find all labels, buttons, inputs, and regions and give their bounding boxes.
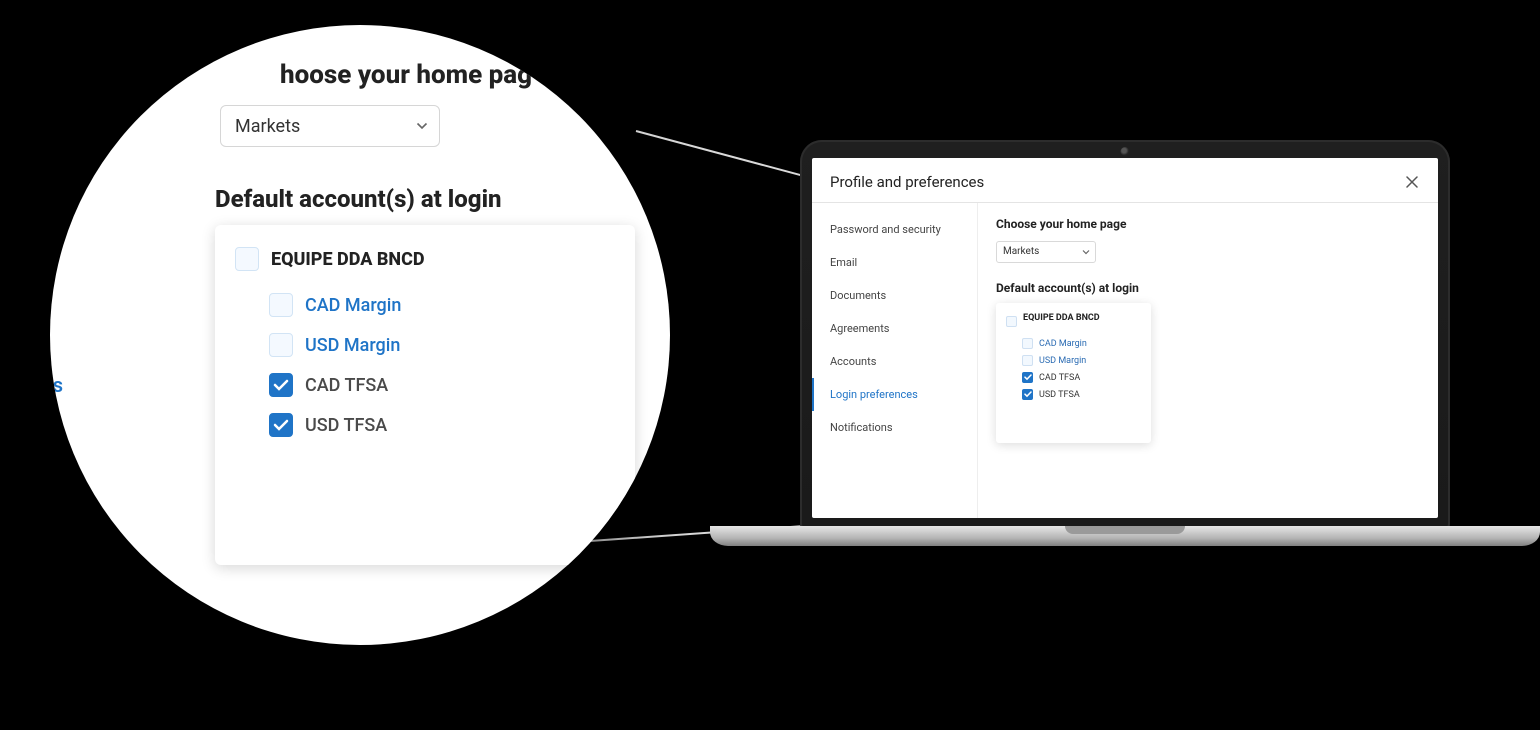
zoom-home-page-label: hoose your home pag	[280, 60, 532, 90]
zoom-account-checkbox-usd-tfsa[interactable]	[269, 413, 293, 437]
magnifier: hoose your home pag Markets Default acco…	[50, 25, 670, 645]
zoom-account-row: USD TFSA	[235, 405, 615, 445]
zoom-sidebar-fragment: es	[50, 373, 63, 397]
zoom-accounts-panel: EQUIPE DDA BNCD CAD Margin USD Margin CA…	[215, 225, 635, 565]
home-page-label: Choose your home page	[996, 217, 1420, 231]
close-icon	[1406, 176, 1418, 188]
home-page-select[interactable]: Markets	[996, 241, 1096, 263]
zoom-account-label: CAD Margin	[305, 295, 401, 316]
account-row: CAD TFSA	[1006, 369, 1141, 386]
zoom-account-checkbox-cad-tfsa[interactable]	[269, 373, 293, 397]
zoom-account-label: CAD TFSA	[305, 375, 388, 396]
zoom-home-page-select[interactable]: Markets	[220, 105, 440, 147]
home-page-select-value: Markets	[996, 241, 1096, 263]
account-checkbox-usd-tfsa[interactable]	[1022, 389, 1033, 400]
accounts-panel: EQUIPE DDA BNCD CAD Margin USD Margin	[996, 303, 1151, 443]
account-label: USD TFSA	[1039, 390, 1080, 400]
zoom-account-row: CAD Margin	[235, 285, 615, 325]
sidebar-item-agreements[interactable]: Agreements	[830, 312, 977, 345]
zoom-default-accounts-label: Default account(s) at login	[215, 185, 502, 213]
camera-icon	[1121, 147, 1130, 156]
zoom-account-label: USD TFSA	[305, 415, 387, 436]
zoom-account-checkbox-usd-margin[interactable]	[269, 333, 293, 357]
account-checkbox-cad-tfsa[interactable]	[1022, 372, 1033, 383]
laptop-mockup: Profile and preferences Password and sec…	[800, 140, 1450, 560]
dialog-header: Profile and preferences	[812, 158, 1438, 203]
account-label: CAD TFSA	[1039, 373, 1080, 383]
zoom-account-label: USD Margin	[305, 335, 400, 356]
sidebar-item-accounts[interactable]: Accounts	[830, 345, 977, 378]
check-icon	[1024, 374, 1032, 381]
sidebar-item-login-preferences[interactable]: Login preferences	[812, 378, 977, 411]
zoom-group-title: EQUIPE DDA BNCD	[271, 249, 425, 270]
sidebar-item-notifications[interactable]: Notifications	[830, 411, 977, 444]
account-row: CAD Margin	[1006, 335, 1141, 352]
sidebar-nav: Password and security Email Documents Ag…	[812, 203, 977, 518]
account-group-title: EQUIPE DDA BNCD	[1023, 313, 1100, 323]
check-icon	[273, 379, 289, 392]
laptop-screen: Profile and preferences Password and sec…	[812, 158, 1438, 518]
zoom-group-checkbox[interactable]	[235, 247, 259, 271]
account-label: CAD Margin	[1039, 339, 1087, 349]
check-icon	[273, 419, 289, 432]
account-row: USD TFSA	[1006, 386, 1141, 403]
main-pane: Choose your home page Markets Default ac…	[977, 203, 1438, 518]
zoom-account-row: CAD TFSA	[235, 365, 615, 405]
sidebar-item-documents[interactable]: Documents	[830, 279, 977, 312]
default-accounts-label: Default account(s) at login	[996, 281, 1420, 295]
check-icon	[1024, 391, 1032, 398]
account-row: USD Margin	[1006, 352, 1141, 369]
close-button[interactable]	[1402, 172, 1422, 192]
account-label: USD Margin	[1039, 356, 1086, 366]
zoom-account-row: USD Margin	[235, 325, 615, 365]
group-checkbox[interactable]	[1006, 316, 1017, 327]
account-checkbox-usd-margin[interactable]	[1022, 355, 1033, 366]
sidebar-item-email[interactable]: Email	[830, 246, 977, 279]
dialog-title: Profile and preferences	[830, 173, 984, 191]
sidebar-item-password-security[interactable]: Password and security	[830, 213, 977, 246]
zoom-account-checkbox-cad-margin[interactable]	[269, 293, 293, 317]
account-checkbox-cad-margin[interactable]	[1022, 338, 1033, 349]
zoom-home-page-value: Markets	[220, 105, 440, 147]
